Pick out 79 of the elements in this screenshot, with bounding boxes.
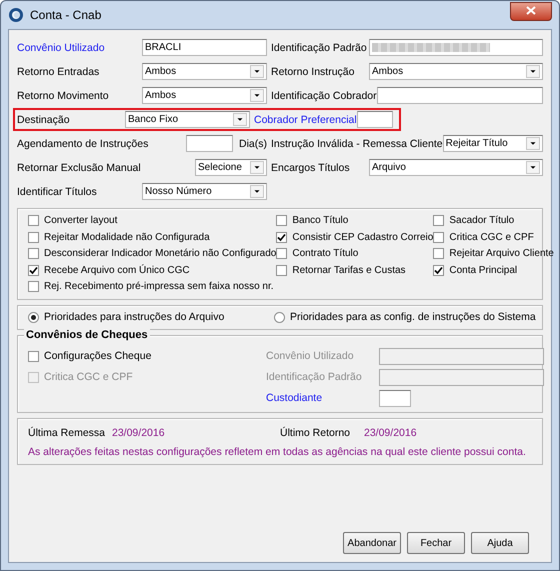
checkbox[interactable] [433,264,444,276]
field-label: Retornar Exclusão Manual [17,162,141,174]
radio-label: Prioridades para instruções do Arquivo [44,311,224,324]
checkbox[interactable] [28,215,39,226]
dropdown[interactable]: Ambos [142,63,267,80]
field-link[interactable]: Custodiante [266,392,379,404]
text-field[interactable] [379,348,544,364]
dropdown[interactable]: Selecione [195,159,267,176]
field-label: Agendamento de Instruções [17,138,148,150]
radio-label: Prioridades para as config. de instruções do Sistema [290,311,536,324]
window-title: Conta - Cnab [30,8,102,22]
field-label: Identificar Títulos [17,186,98,198]
unit-label: Dia(s) [239,138,267,150]
checkbox-label: Sacador Título [449,215,514,226]
field-link[interactable]: Cobrador Preferencial [254,114,357,126]
checkbox[interactable] [276,264,288,276]
checkbox[interactable] [433,248,444,260]
text-field[interactable] [356,111,393,128]
radio-button[interactable] [274,312,285,323]
dropdown[interactable]: Ambos [369,63,543,80]
field-link[interactable]: Convênio Utilizado [17,42,125,54]
checkbox[interactable] [28,264,39,276]
text-field[interactable] [379,390,411,406]
date-label: Último Retorno [280,427,352,439]
field-label: Identificação Cobrador [271,90,377,102]
checkbox[interactable] [433,232,444,243]
checkbox-label: Conta Principal [449,264,518,276]
dropdown[interactable]: Arquivo [369,159,543,176]
field-label: Convênio Utilizado [266,350,355,362]
field-label: Identificação Padrão [271,42,368,54]
text-field[interactable]: BRACLI [142,39,267,56]
checkbox[interactable] [433,215,444,226]
close-button[interactable] [510,2,552,20]
field-label: Encargos Títulos [271,162,351,174]
checkbox-label: Rejeitar Modalidade não Configurada [44,232,210,243]
field-label: Retorno Movimento [17,90,110,102]
field-label: Identificação Padrão [266,371,363,383]
radio-button[interactable] [28,312,39,323]
close-icon [526,6,536,15]
field-label: Instrução Inválida - Remessa Cliente [271,138,443,150]
text-field[interactable] [379,368,544,386]
app-icon [8,7,24,23]
checkbox-label: Recebe Arquivo com Único CGC [44,264,190,276]
dialog-button[interactable]: Fechar [407,532,465,554]
dropdown[interactable]: Banco Fixo [125,111,250,128]
checkbox-label: Retornar Tarifas e Custas [292,264,406,276]
checkbox-label: Contrato Título [292,248,358,260]
dialog-button[interactable]: Abandonar [343,532,401,554]
date-value: 23/09/2016 [364,427,418,439]
checkbox-label: Converter layout [44,215,118,226]
checkbox[interactable] [28,232,39,243]
dropdown[interactable]: Rejeitar Título [442,135,543,152]
checkbox-label: Critica CGC e CPF [44,371,133,383]
dropdown[interactable]: Ambos [142,87,267,104]
date-value: 23/09/2016 [112,427,166,439]
checkbox-label: Rej. Recebimento pré-impressa sem faixa nosso nr. [44,281,274,292]
date-label: Última Remessa [28,427,106,439]
checkbox-label: Banco Título [292,215,348,226]
checkbox[interactable] [276,215,288,226]
field-label: Retorno Instrução [271,66,356,78]
field-label: Retorno Entradas [17,66,100,78]
checkbox-label: Desconsiderar Indicador Monetário não Configurado [44,248,276,260]
text-field[interactable] [369,39,543,56]
checkbox[interactable] [28,248,39,260]
checkbox[interactable] [276,232,288,243]
checkbox-label: Configurações Cheque [44,350,152,362]
field-label: Destinação [17,114,71,126]
text-field[interactable] [376,87,543,104]
checkbox[interactable] [28,350,39,362]
checkbox[interactable] [276,248,288,260]
checkbox-label: Consistir CEP Cadastro Correio [292,232,434,243]
group-title: Convênios de Cheques [24,329,150,341]
checkbox-label: Critica CGC e CPF [449,232,534,243]
text-field[interactable] [186,135,233,152]
checkbox[interactable] [28,281,39,292]
info-note: As alterações feitas nestas configurações refletem em todas as agências na qual este cliente possui conta. [28,446,527,458]
checkbox-label: Rejeitar Arquivo Cliente [449,248,554,260]
dialog-button[interactable]: Ajuda [471,532,529,554]
dropdown[interactable]: Nosso Número [142,183,267,200]
